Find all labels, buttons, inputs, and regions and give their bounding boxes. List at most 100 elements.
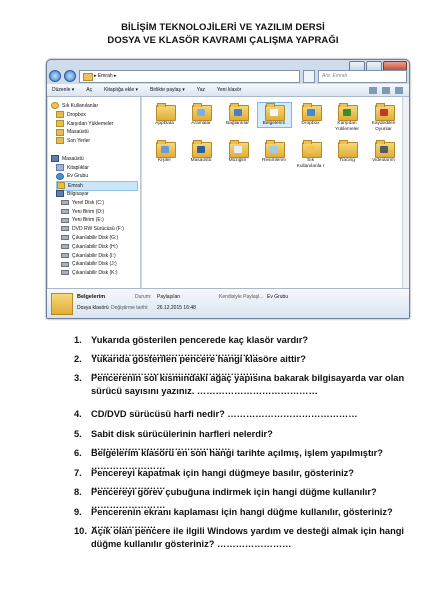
nav-item[interactable]: DVD RW Sürücüsü (F:) [61,225,138,233]
nav-item-label: Çıkarılabilir Disk (K:) [72,270,118,277]
back-arrow-icon[interactable] [49,70,61,82]
new-folder-button[interactable]: Yeni klasör [217,87,241,93]
details-pane: Belgelerim Dosya klasörü Durum: Paylaşıl… [47,288,409,318]
folder-item[interactable]: Videolarım [367,140,400,164]
nav-item[interactable]: Ev Grubu [56,172,138,180]
folder-badge-icon [379,146,388,153]
nav-item[interactable]: Yerel Disk (C:) [61,199,138,207]
nav-item[interactable]: Karşıdan Yüklemeler [56,119,138,128]
nav-item[interactable]: Yeni Birim (E:) [61,216,138,224]
preview-pane-icon[interactable] [382,86,390,94]
folder-label: Karşıdan Yüklemeler [335,121,359,132]
folder-item[interactable]: Tracing [331,140,364,164]
nav-item[interactable]: Yeni Birim (D:) [61,208,138,216]
folder-icon [228,103,249,121]
folder-item[interactable]: Karşıdan Yüklemeler [331,103,364,132]
nav-item[interactable]: Masaüstü [56,128,138,136]
folder-icon [228,140,249,158]
nav-item[interactable]: Çıkarılabilir Disk (H:) [61,243,138,251]
help-icon[interactable] [395,86,403,94]
folder-label: Resimlerim [262,158,286,163]
nav-item[interactable]: Çıkarılabilir Disk (K:) [61,269,138,277]
search-input[interactable]: Ara: Emrah [318,69,407,83]
nav-item-label: Bilgisayar [67,191,89,197]
nav-item-label: Dropbox [67,111,86,118]
view-options-icon[interactable] [369,86,377,94]
nav-item [51,146,138,154]
folder-item[interactable]: Kaydedilen Oyunlar [367,103,400,132]
folder-badge-icon [233,109,242,116]
folder-label: Kaydedilen Oyunlar [371,121,396,132]
add-to-library-menu[interactable]: Kitaplığa ekle ▾ [104,87,138,93]
vertical-scrollbar[interactable] [402,97,409,288]
details-date-value: 26.12.2015 16:48 [157,305,196,311]
nav-item[interactable]: Çıkarılabilir Disk (G:) [61,234,138,242]
breadcrumb-text: ▸ Emrah ▸ [94,72,117,79]
forward-arrow-icon[interactable] [64,70,76,82]
nav-item-label: Yeni Birim (E:) [72,217,104,224]
folder-label: Bağlantılar [226,121,249,126]
refresh-icon[interactable] [303,69,315,83]
nav-item[interactable]: Masaüstü [51,154,138,163]
question-number: 9. [74,507,82,517]
nav-item[interactable]: Son Yerler [56,137,138,145]
nav-item-label: Çıkarılabilir Disk (G:) [72,235,119,241]
nav-item-label: Çıkarılabilir Disk (H:) [72,243,118,250]
folder-badge-icon [343,109,351,116]
folder-badge-icon [306,109,315,116]
star-icon [51,102,59,110]
folder-icon [301,140,322,158]
folder-badge-icon [270,146,278,153]
nav-item[interactable]: Çıkarılabilir Disk (J:) [61,260,138,268]
folder-icon [56,119,64,127]
details-date-label: Değiştirme tarihi: [111,305,149,311]
nav-item[interactable]: Çıkarılabilir Disk (I:) [61,252,138,260]
question-number: 6. [74,448,82,458]
folder-label: AppData [155,121,174,126]
breadcrumb[interactable]: ▸ Emrah ▸ [79,69,300,83]
folder-item[interactable]: Müziğim [221,140,254,164]
organize-menu[interactable]: Düzenle ▾ [52,87,74,93]
burn-button[interactable]: Yaz [197,87,205,93]
folder-item[interactable]: Aramalar [185,103,218,127]
open-button[interactable]: Aç [86,87,92,93]
folder-item[interactable]: Bağlantılar [221,103,254,127]
folder-item[interactable]: Dropbox [294,103,327,127]
command-toolbar: Düzenle ▾ Aç Kitaplığa ekle ▾ Birlikte p… [47,84,409,97]
nav-item[interactable]: Sık Kullanılanlar [51,102,138,110]
folder-label: Sık Kullanılanla r [296,158,325,169]
nav-item-label: Karşıdan Yüklemeler [67,120,114,127]
folder-icon [374,103,395,121]
question-number: 4. [74,409,82,419]
nav-item[interactable]: Dropbox [56,110,138,119]
nav-item-label: DVD RW Sürücüsü (F:) [72,226,124,233]
share-with-menu[interactable]: Birlikte paylaş ▾ [150,87,185,93]
question-number: 3. [74,373,82,383]
question-number: 1. [74,335,82,345]
nav-item[interactable]: Kitaplıklar [56,163,138,172]
folder-badge-icon [197,109,205,116]
details-state-value: Paylaşılan [157,294,181,300]
folder-item[interactable]: Resimlerim [258,140,291,164]
details-name: Belgelerim [77,294,106,300]
folder-badge-icon [233,146,242,153]
nav-item-label: Emrah [68,183,83,190]
drive-icon [61,208,69,214]
library-icon [56,163,64,171]
folder-label: Dropbox [301,121,320,126]
nav-item[interactable]: Bilgisayar [56,190,138,198]
computer-icon [51,154,59,162]
folder-icon [265,140,285,158]
folder-item[interactable]: Belgelerim [256,102,292,128]
question-text: Açık olan pencere ile ilgili Windows yar… [91,526,405,549]
folder-icon [56,128,64,136]
folder-icon [338,140,358,158]
question-text: CD/DVD sürücüsü harfi nedir? ……………………………… [91,409,358,419]
folder-item[interactable]: Sık Kullanılanla r [294,140,327,169]
folder-icon [192,140,212,158]
folder-item[interactable]: AppData [148,103,181,127]
question-text: Pencerenin sol kısmındaki ağaç yapısına … [91,373,405,396]
question-number: 5. [74,429,82,439]
folder-item[interactable]: Kişiler [148,140,181,164]
folder-item[interactable]: Masaüstü [185,140,218,164]
